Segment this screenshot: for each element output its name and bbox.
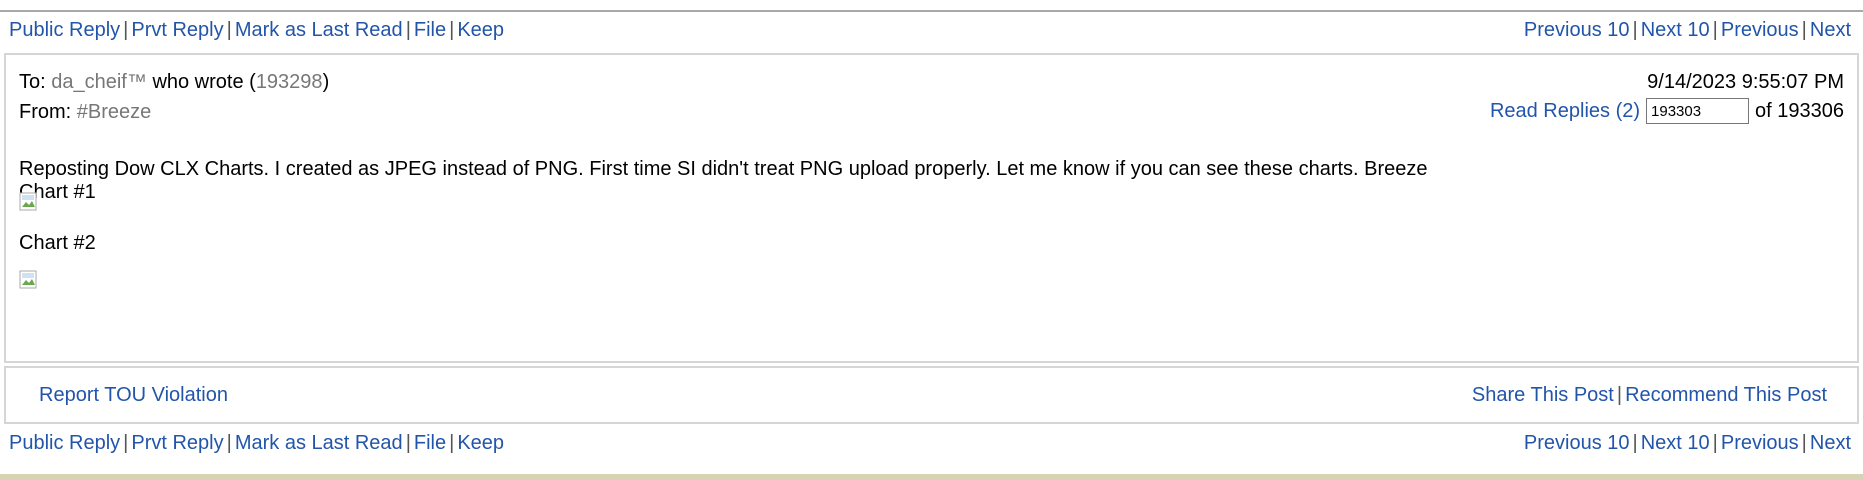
- mark-last-read-link[interactable]: Mark as Last Read: [235, 19, 403, 41]
- top-divider: [0, 10, 1863, 12]
- prvt-reply-link[interactable]: Prvt Reply: [131, 19, 223, 41]
- broken-image-icon: [19, 192, 37, 211]
- broken-image-icon: [19, 270, 37, 289]
- post-body: Reposting Dow CLX Charts. I created as J…: [19, 158, 1519, 204]
- keep-link[interactable]: Keep: [457, 432, 504, 454]
- bottom-nav-left: Public Reply | Prvt Reply | Mark as Last Rea…: [9, 428, 504, 458]
- wrote-close: ): [322, 71, 330, 93]
- from-label: From:: [19, 101, 72, 123]
- previous-link[interactable]: Previous: [1721, 432, 1799, 454]
- to-user-link[interactable]: da_cheif™: [51, 71, 147, 93]
- bottom-nav-right: Previous 10 | Next 10 | Previous | Next: [1524, 428, 1851, 458]
- next-10-link[interactable]: Next 10: [1641, 432, 1710, 454]
- next-10-link[interactable]: Next 10: [1641, 19, 1710, 41]
- top-nav-right: Previous 10 | Next 10 | Previous | Next: [1524, 15, 1851, 45]
- previous-10-link[interactable]: Previous 10: [1524, 432, 1630, 454]
- file-link[interactable]: File: [414, 432, 446, 454]
- post-container: To: da_cheif™ who wrote (193298) From: #…: [4, 53, 1859, 363]
- chart1-label: Chart #1: [19, 181, 96, 203]
- top-nav-left: Public Reply | Prvt Reply | Mark as Last Rea…: [9, 15, 504, 45]
- replies-line: Read Replies (2) of 193306: [1490, 98, 1844, 124]
- public-reply-link[interactable]: Public Reply: [9, 432, 120, 454]
- post-footer: Report TOU Violation Share This Post | Rec…: [4, 366, 1859, 424]
- separator: |: [226, 432, 232, 454]
- next-link[interactable]: Next: [1810, 432, 1851, 454]
- post-datetime: 9/14/2023 9:55:07 PM: [1647, 71, 1844, 93]
- read-replies-link[interactable]: Read Replies (2): [1490, 100, 1640, 123]
- body-paragraph: Reposting Dow CLX Charts. I created as J…: [19, 158, 1428, 180]
- previous-link[interactable]: Previous: [1721, 19, 1799, 41]
- separator: |: [123, 432, 129, 454]
- separator: |: [226, 19, 232, 41]
- post-header: To: da_cheif™ who wrote (193298) From: #…: [6, 55, 1857, 135]
- message-number-input[interactable]: [1646, 98, 1750, 124]
- to-label: To:: [19, 71, 46, 93]
- separator: |: [1632, 432, 1638, 454]
- separator: |: [405, 432, 411, 454]
- file-link[interactable]: File: [414, 19, 446, 41]
- prvt-reply-link[interactable]: Prvt Reply: [131, 432, 223, 454]
- wrote-msg-link[interactable]: 193298: [256, 71, 323, 93]
- to-line: To: da_cheif™ who wrote (193298): [19, 71, 329, 94]
- report-tou-link[interactable]: Report TOU Violation: [39, 384, 228, 407]
- mark-last-read-link[interactable]: Mark as Last Read: [235, 432, 403, 454]
- footer-right-links: Share This Post | Recommend This Post: [1472, 384, 1827, 407]
- chart2-label: Chart #2: [19, 232, 96, 254]
- separator: |: [1616, 384, 1623, 406]
- separator: |: [1712, 432, 1718, 454]
- bottom-band: [0, 474, 1863, 480]
- bottom-nav-bar: Public Reply | Prvt Reply | Mark as Last Rea…: [0, 428, 1863, 458]
- previous-10-link[interactable]: Previous 10: [1524, 19, 1630, 41]
- recommend-post-link[interactable]: Recommend This Post: [1625, 384, 1827, 406]
- separator: |: [1712, 19, 1718, 41]
- public-reply-link[interactable]: Public Reply: [9, 19, 120, 41]
- wrote-label: who wrote (: [152, 71, 256, 93]
- separator: |: [123, 19, 129, 41]
- from-line: From: #Breeze: [19, 101, 151, 124]
- separator: |: [449, 19, 455, 41]
- of-total-label: of 193306: [1755, 99, 1844, 122]
- separator: |: [449, 432, 455, 454]
- from-user-link[interactable]: #Breeze: [77, 101, 152, 123]
- separator: |: [1632, 19, 1638, 41]
- top-nav-bar: Public Reply | Prvt Reply | Mark as Last Rea…: [0, 15, 1863, 45]
- separator: |: [1801, 19, 1807, 41]
- next-link[interactable]: Next: [1810, 19, 1851, 41]
- separator: |: [405, 19, 411, 41]
- separator: |: [1801, 432, 1807, 454]
- keep-link[interactable]: Keep: [457, 19, 504, 41]
- share-post-link[interactable]: Share This Post: [1472, 384, 1614, 406]
